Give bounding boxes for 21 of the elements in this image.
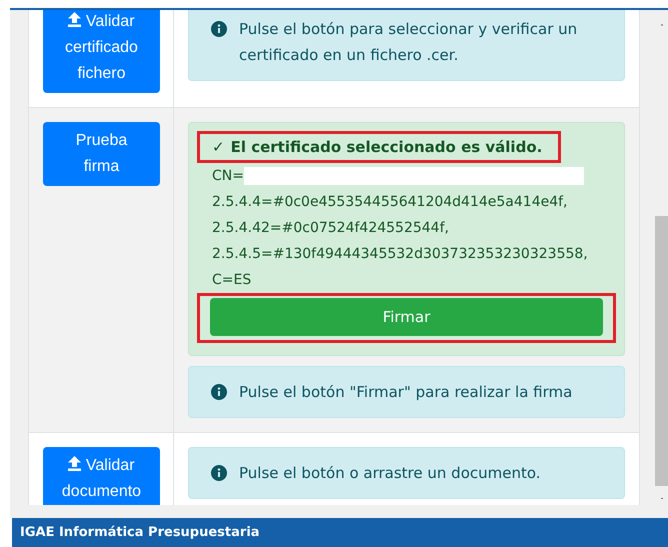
upload-icon xyxy=(68,456,82,471)
info-message: Pulse el botón "Firmar" para realizar la firma xyxy=(239,382,572,403)
upload-button[interactable]: Validar certificado fichero xyxy=(43,10,160,93)
certificate-field: CN= xyxy=(212,163,244,189)
info-icon xyxy=(211,21,227,37)
upload-icon xyxy=(68,12,82,27)
upload-button[interactable]: Validar documento xyxy=(43,447,160,505)
info-message: Pulse el botón para seleccionar y verificar un certificado en un fichero .cer. xyxy=(239,19,578,66)
footer-title: IGAE Informática Presupuestaria xyxy=(20,525,260,540)
certificate-field: 2.5.4.4=#0c0e455354455641204d414e5a414e4f, xyxy=(212,189,568,215)
info-icon xyxy=(211,465,227,481)
certificate-field: 2.5.4.42=#0c07524f424552544f, xyxy=(212,215,449,241)
certificate-field: 2.5.4.5=#130f49444345532d303732353230323558, xyxy=(212,241,588,267)
check-mark: ✓ xyxy=(212,138,225,156)
valid-message: El certificado seleccionado es válido. xyxy=(230,138,542,156)
scrollbar-thumb[interactable] xyxy=(655,216,668,486)
info-message: Pulse el botón o arrastre un documento. xyxy=(239,463,541,484)
certificate-field: C=ES xyxy=(212,267,252,293)
sign-button[interactable]: Firmar xyxy=(210,298,603,336)
info-icon xyxy=(211,384,227,400)
upload-button[interactable]: Prueba firma xyxy=(43,122,160,186)
